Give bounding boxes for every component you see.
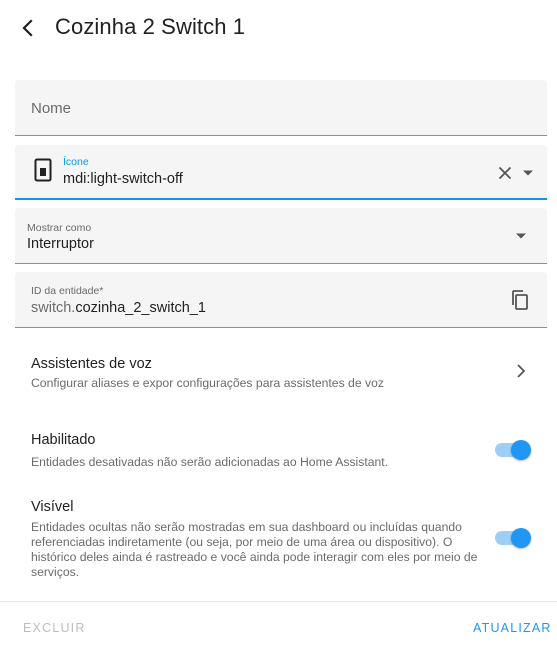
toggle-thumb [511, 440, 531, 460]
enabled-description: Entidades desativadas não serão adiciona… [31, 455, 389, 469]
footer-divider [0, 601, 557, 602]
voice-assistants-title: Assistentes de voz [31, 356, 152, 372]
voice-assistants-description: Configurar aliases e expor configurações… [31, 376, 384, 390]
dialog-header: Cozinha 2 Switch 1 [0, 0, 557, 56]
light-switch-off-icon [34, 158, 52, 182]
menu-down-icon[interactable] [513, 228, 529, 244]
page-title: Cozinha 2 Switch 1 [55, 14, 246, 39]
icon-field-label: Ícone [63, 156, 89, 168]
back-button[interactable] [14, 14, 42, 42]
content-copy-icon[interactable] [510, 289, 530, 311]
show-as-label: Mostrar como [27, 222, 92, 234]
visible-title: Visível [31, 499, 74, 515]
name-field[interactable]: Nome [15, 80, 547, 136]
arrow-left-icon [22, 19, 33, 37]
voice-assistants-row[interactable]: Assistentes de voz Configurar aliases e … [0, 340, 557, 402]
entity-id-domain: switch. [31, 300, 76, 316]
update-button[interactable]: ATUALIZAR [473, 621, 552, 635]
enabled-title: Habilitado [31, 432, 96, 448]
show-as-select[interactable]: Mostrar como Interruptor [15, 208, 547, 264]
delete-button[interactable]: EXCLUIR [23, 621, 86, 635]
entity-id-value[interactable]: switch.cozinha_2_switch_1 [31, 300, 206, 316]
icon-field-value[interactable]: mdi:light-switch-off [63, 171, 183, 187]
visible-description: Entidades ocultas não serão mostradas em… [31, 520, 478, 579]
show-as-value: Interruptor [27, 236, 94, 252]
menu-down-icon[interactable] [520, 165, 536, 181]
name-field-label: Nome [31, 100, 72, 117]
entity-id-field[interactable]: ID da entidade* switch.cozinha_2_switch_… [15, 272, 547, 328]
entity-id-label: ID da entidade* [31, 285, 104, 297]
chevron-right-icon [517, 364, 526, 378]
toggle-thumb [511, 528, 531, 548]
enabled-toggle[interactable] [495, 439, 532, 461]
icon-field[interactable]: Ícone mdi:light-switch-off [15, 145, 547, 200]
close-icon[interactable] [497, 165, 513, 181]
entity-id-object: cozinha_2_switch_1 [75, 300, 206, 316]
visible-toggle[interactable] [495, 527, 532, 549]
